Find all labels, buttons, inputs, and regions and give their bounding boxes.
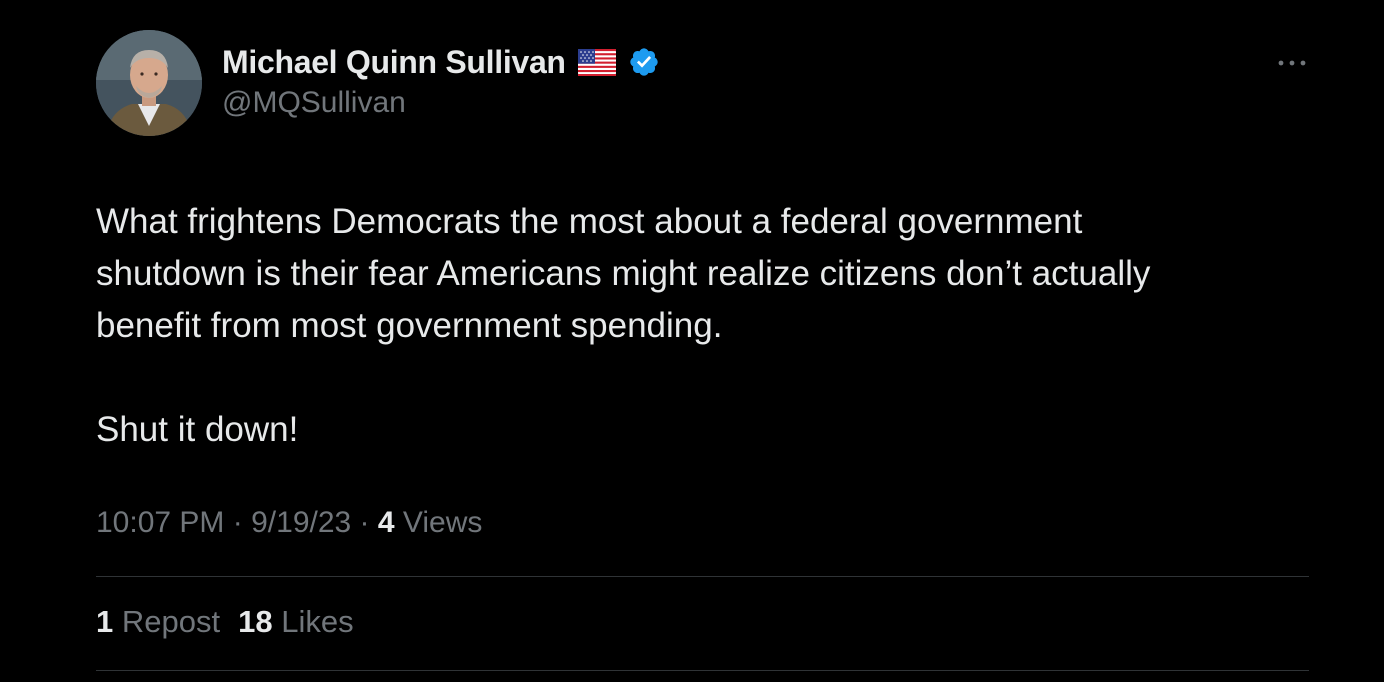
- author-name-row: Michael Quinn Sullivan: [222, 40, 660, 84]
- tweet-text-line: What frightens Democrats the most about …: [96, 202, 1083, 241]
- engagement-stats: 1 Repost 18 Likes: [96, 604, 354, 640]
- more-options-button[interactable]: [1270, 50, 1314, 76]
- divider: [96, 670, 1309, 671]
- more-horizontal-icon: [1278, 60, 1306, 66]
- tweet-card: Michael Quinn Sullivan @MQSullivan What …: [0, 0, 1384, 682]
- us-flag-icon: [577, 48, 616, 76]
- reposts-count: 1: [96, 604, 114, 639]
- views-label: Views: [402, 506, 483, 539]
- meta-separator: ·: [232, 506, 243, 539]
- tweet-time[interactable]: 10:07 PM: [96, 506, 224, 539]
- tweet-text-closing: Shut it down!: [96, 410, 299, 449]
- author-handle[interactable]: @MQSullivan: [222, 86, 406, 120]
- tweet-text: What frightens Democrats the most about …: [96, 196, 1316, 456]
- meta-separator: ·: [359, 506, 370, 539]
- views-count: 4: [377, 506, 395, 539]
- tweet-date[interactable]: 9/19/23: [251, 506, 351, 539]
- tweet-text-line: shutdown is their fear Americans might r…: [96, 254, 1151, 293]
- avatar-photo: [96, 30, 202, 136]
- reposts-link[interactable]: 1 Repost: [96, 604, 220, 640]
- likes-count: 18: [238, 604, 273, 639]
- divider: [96, 576, 1309, 577]
- likes-link[interactable]: 18 Likes: [238, 604, 353, 640]
- verified-badge-icon[interactable]: [628, 46, 660, 78]
- reposts-label: Repost: [121, 604, 221, 639]
- tweet-text-line: benefit from most government spending.: [96, 306, 723, 345]
- avatar[interactable]: [96, 30, 202, 136]
- likes-label: Likes: [281, 604, 354, 639]
- author-display-name[interactable]: Michael Quinn Sullivan: [222, 44, 566, 81]
- tweet-meta: 10:07 PM · 9/19/23 · 4 Views: [96, 506, 482, 540]
